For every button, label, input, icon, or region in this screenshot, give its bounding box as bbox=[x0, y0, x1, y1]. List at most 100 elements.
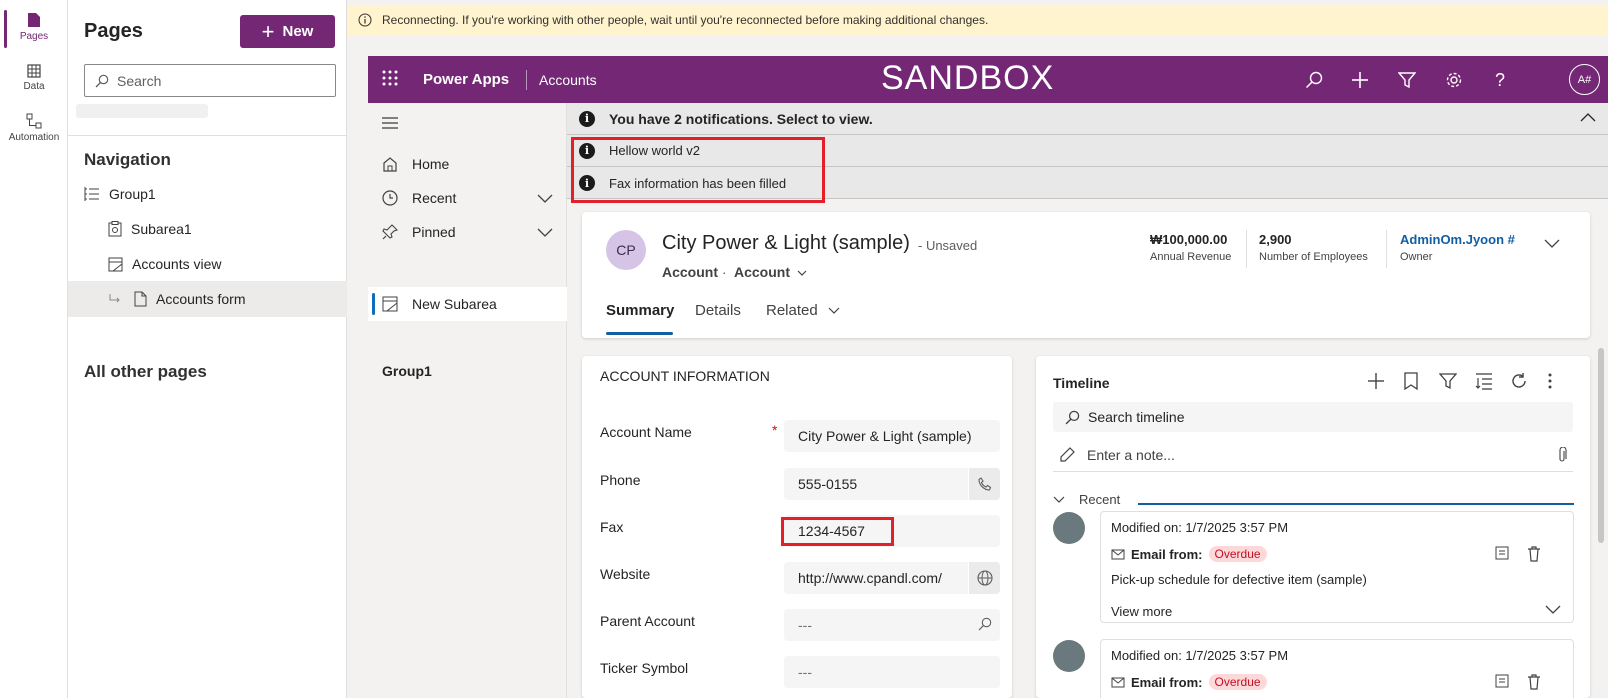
recent-label: Recent bbox=[1079, 492, 1121, 507]
more-options-icon[interactable] bbox=[1548, 372, 1552, 390]
tab-details[interactable]: Details bbox=[695, 302, 741, 319]
pencil-icon bbox=[1060, 446, 1075, 462]
loading-placeholder bbox=[76, 104, 208, 118]
timeline-item[interactable]: Modified on: 1/7/2025 3:57 PM Email from… bbox=[1100, 511, 1574, 623]
chevron-down-icon[interactable] bbox=[537, 193, 553, 203]
header-search-button[interactable] bbox=[1302, 68, 1326, 92]
reconnect-message: Reconnecting. If you're working with oth… bbox=[382, 13, 989, 27]
tree-item-group1[interactable]: Group1 bbox=[68, 176, 347, 212]
tree-item-label: Accounts form bbox=[156, 291, 246, 307]
tree-item-subarea1[interactable]: Subarea1 bbox=[68, 211, 347, 247]
scrollbar[interactable] bbox=[1598, 348, 1604, 543]
account-name-field[interactable]: City Power & Light (sample) bbox=[784, 420, 1000, 452]
notification-summary-text: You have 2 notifications. Select to view… bbox=[609, 110, 873, 127]
reconnect-banner: Reconnecting. If you're working with oth… bbox=[348, 5, 1608, 35]
rail-item-data[interactable]: Data bbox=[0, 64, 68, 92]
field-label-account-name: Account Name bbox=[600, 424, 692, 440]
field-label-website: Website bbox=[600, 566, 651, 582]
search-icon[interactable] bbox=[978, 617, 992, 631]
delete-icon[interactable] bbox=[1527, 546, 1541, 562]
view-more-link[interactable]: View more bbox=[1111, 604, 1172, 619]
plus-icon: + bbox=[261, 18, 275, 44]
website-field[interactable]: http://www.cpandl.com/ bbox=[784, 562, 1000, 594]
pages-title: Pages bbox=[84, 20, 143, 42]
sitemap-item-recent[interactable]: Recent bbox=[368, 181, 567, 215]
timeline-note-input[interactable]: Enter a note... bbox=[1053, 438, 1573, 472]
tree-item-accounts-form[interactable]: Accounts form bbox=[68, 281, 347, 317]
chevron-down-icon[interactable] bbox=[537, 227, 553, 237]
flow-icon bbox=[26, 113, 42, 129]
rail-item-pages[interactable]: Pages bbox=[0, 12, 68, 42]
record-title: City Power & Light (sample) bbox=[662, 232, 910, 254]
tab-summary[interactable]: Summary bbox=[606, 302, 674, 319]
bookmark-icon[interactable] bbox=[1404, 372, 1418, 390]
sitemap-item-pinned[interactable]: Pinned bbox=[368, 215, 567, 249]
globe-icon bbox=[976, 570, 993, 586]
pages-panel: Pages + New Search Navigation Group1 Sub… bbox=[68, 0, 347, 698]
open-record-icon[interactable] bbox=[1495, 674, 1509, 688]
owner-link[interactable]: AdminOm.Jyoon # bbox=[1400, 232, 1515, 247]
selected-indicator bbox=[372, 293, 375, 315]
sitemap-item-label: New Subarea bbox=[412, 296, 497, 312]
sort-list-icon[interactable] bbox=[1475, 372, 1493, 390]
chevron-down-icon bbox=[828, 307, 840, 314]
ticker-symbol-field[interactable]: --- bbox=[784, 656, 1000, 688]
rail-item-label: Data bbox=[23, 81, 45, 92]
tab-related[interactable]: Related bbox=[766, 302, 840, 319]
attachment-icon[interactable] bbox=[1557, 447, 1567, 463]
field-label-parent-account: Parent Account bbox=[600, 613, 695, 629]
divider bbox=[68, 135, 347, 136]
refresh-icon[interactable] bbox=[1510, 372, 1528, 390]
parent-account-lookup[interactable]: --- bbox=[784, 609, 1000, 641]
header-settings-button[interactable] bbox=[1442, 68, 1466, 92]
delete-icon[interactable] bbox=[1527, 674, 1541, 690]
view-icon bbox=[382, 296, 398, 312]
chevron-down-icon bbox=[1053, 496, 1065, 503]
timeline-item-modified: Modified on: 1/7/2025 3:57 PM bbox=[1111, 520, 1289, 535]
new-page-button[interactable]: + New bbox=[240, 15, 335, 48]
sitemap-item-new-subarea[interactable]: New Subarea bbox=[368, 287, 567, 321]
call-button[interactable] bbox=[968, 468, 1000, 500]
header-new-button[interactable] bbox=[1348, 68, 1372, 92]
app-launcher-icon[interactable] bbox=[382, 70, 398, 86]
header-field-value: 2,900 bbox=[1259, 232, 1292, 247]
header-field-label: Annual Revenue bbox=[1150, 251, 1232, 263]
help-icon[interactable]: ? bbox=[1488, 68, 1512, 92]
open-record-icon[interactable] bbox=[1495, 546, 1509, 560]
home-icon bbox=[383, 157, 397, 172]
sitemap-item-home[interactable]: Home bbox=[368, 147, 567, 181]
timeline-item[interactable]: Modified on: 1/7/2025 3:57 PM Email from… bbox=[1100, 639, 1574, 698]
field-label-ticker-symbol: Ticker Symbol bbox=[600, 660, 689, 676]
hamburger-icon[interactable] bbox=[382, 117, 398, 129]
notification-summary[interactable]: i You have 2 notifications. Select to vi… bbox=[567, 103, 1608, 135]
header-filter-button[interactable] bbox=[1395, 68, 1419, 92]
rail-item-automation[interactable]: Automation bbox=[0, 113, 68, 143]
header-separator bbox=[526, 70, 527, 90]
info-icon bbox=[358, 13, 372, 27]
chevron-down-icon[interactable] bbox=[1544, 238, 1560, 248]
open-website-button[interactable] bbox=[968, 562, 1000, 594]
record-status: - Unsaved bbox=[918, 238, 978, 253]
app-name[interactable]: Power Apps bbox=[423, 71, 509, 88]
dashboard-icon bbox=[108, 221, 122, 237]
plus-icon[interactable] bbox=[1367, 372, 1385, 390]
timeline-section: Timeline Search timeline Enter a note...… bbox=[1036, 356, 1590, 698]
search-icon bbox=[95, 74, 109, 87]
timeline-search-input[interactable]: Search timeline bbox=[1053, 402, 1573, 432]
timeline-recent-group[interactable]: Recent bbox=[1053, 492, 1120, 507]
record-header-card: CP City Power & Light (sample) - Unsaved… bbox=[582, 212, 1590, 338]
app-area[interactable]: Accounts bbox=[539, 72, 597, 88]
tree-item-accounts-view[interactable]: Accounts view bbox=[68, 246, 347, 282]
sitemap-item-label: Recent bbox=[412, 190, 457, 206]
chevron-up-icon[interactable] bbox=[1580, 112, 1596, 122]
clock-icon bbox=[382, 190, 398, 206]
timeline-item-type: Email from: Overdue bbox=[1111, 546, 1267, 562]
phone-field[interactable]: 555-0155 bbox=[784, 468, 1000, 500]
header-field-value: ₩100,000.00 bbox=[1150, 232, 1228, 247]
chevron-down-icon[interactable] bbox=[1545, 604, 1561, 614]
tree-item-label: Subarea1 bbox=[131, 221, 192, 237]
form-selector[interactable]: Account bbox=[734, 264, 807, 280]
avatar[interactable]: A# bbox=[1569, 64, 1600, 95]
pages-search-input[interactable]: Search bbox=[84, 64, 336, 97]
filter-icon[interactable] bbox=[1439, 372, 1457, 390]
